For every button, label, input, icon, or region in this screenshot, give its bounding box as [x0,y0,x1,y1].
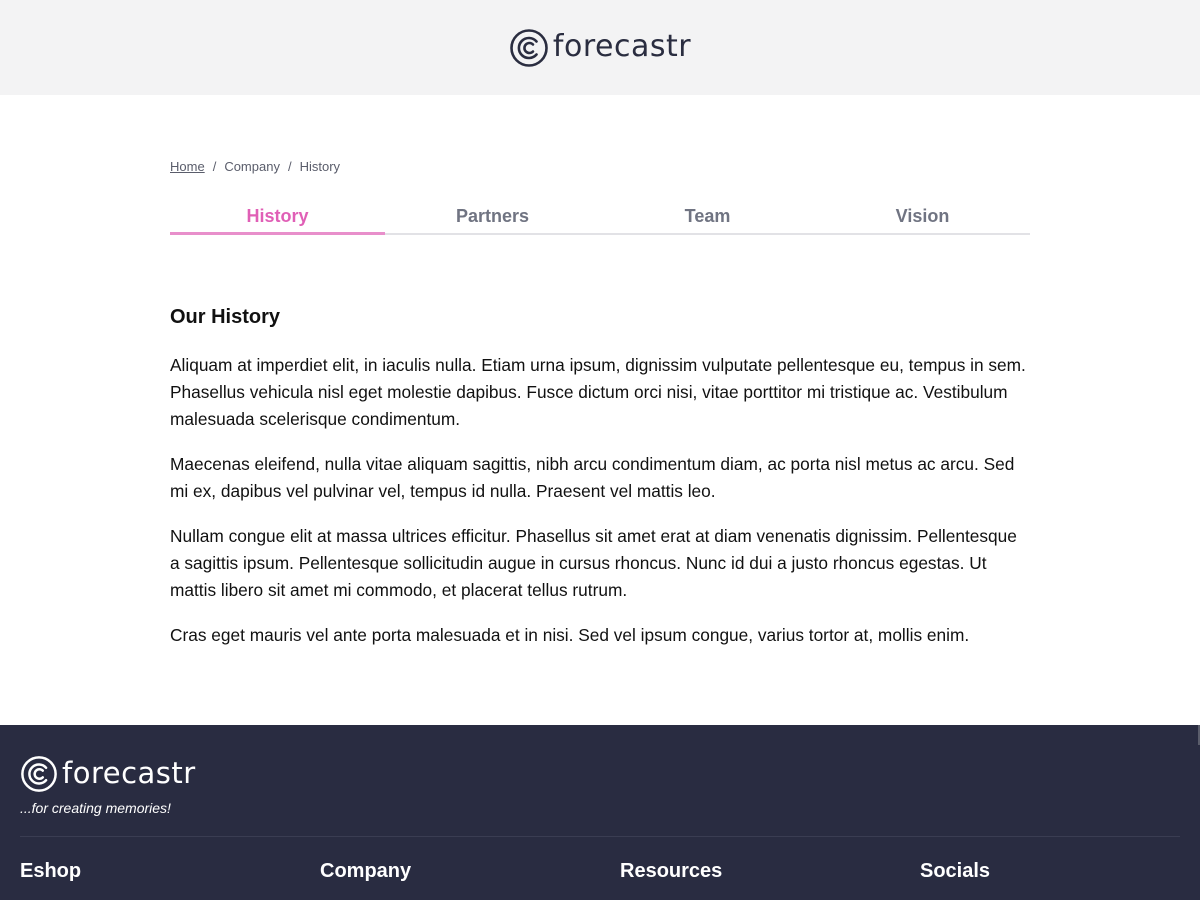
tab-vision[interactable]: Vision [815,196,1030,233]
header-logo[interactable]: forecastr [509,28,691,68]
footer-tagline: ...for creating memories! [20,800,171,816]
history-section: Our History Aliquam at imperdiet elit, i… [170,305,1030,667]
tab-bar: History Partners Team Vision [170,196,1030,235]
tab-history[interactable]: History [170,196,385,235]
breadcrumb-separator: / [212,159,217,174]
footer-divider [20,836,1180,837]
breadcrumb: Home / Company / History [170,159,340,174]
footer-column-title: Company [320,860,412,882]
footer-columns: Eshop Company Resources Socials [20,860,1200,883]
site-header: forecastr [0,0,1200,95]
site-footer: forecastr ...for creating memories! Esho… [0,725,1200,900]
header-logo-text: forecastr [552,28,692,64]
footer-column-resources: Resources [620,860,920,883]
page-title: Our History [170,306,281,328]
breadcrumb-current: History [299,159,341,174]
forecastr-logo-icon [21,756,57,792]
breadcrumb-company: Company [224,159,280,174]
tab-partners[interactable]: Partners [385,196,600,233]
footer-column-title: Resources [620,860,723,882]
paragraph: Aliquam at imperdiet elit, in iaculis nu… [170,355,1026,429]
paragraph: Cras eget mauris vel ante porta malesuad… [170,625,970,645]
footer-brand: forecastr ...for creating memories! [20,755,196,816]
tab-team[interactable]: Team [600,196,815,233]
footer-column-company: Company [320,860,620,883]
footer-column-socials: Socials [920,860,1200,883]
footer-logo-text: forecastr [62,755,196,790]
breadcrumb-home-link[interactable]: Home [170,159,205,174]
footer-column-title: Eshop [20,860,82,882]
paragraph: Nullam congue elit at massa ultrices eff… [170,526,1017,600]
footer-column-title: Socials [920,860,991,882]
footer-logo[interactable]: forecastr [20,755,196,793]
paragraph: Maecenas eleifend, nulla vitae aliquam s… [170,454,1015,501]
forecastr-logo-icon [510,28,548,67]
footer-column-eshop: Eshop [20,860,320,883]
breadcrumb-separator: / [287,159,292,174]
